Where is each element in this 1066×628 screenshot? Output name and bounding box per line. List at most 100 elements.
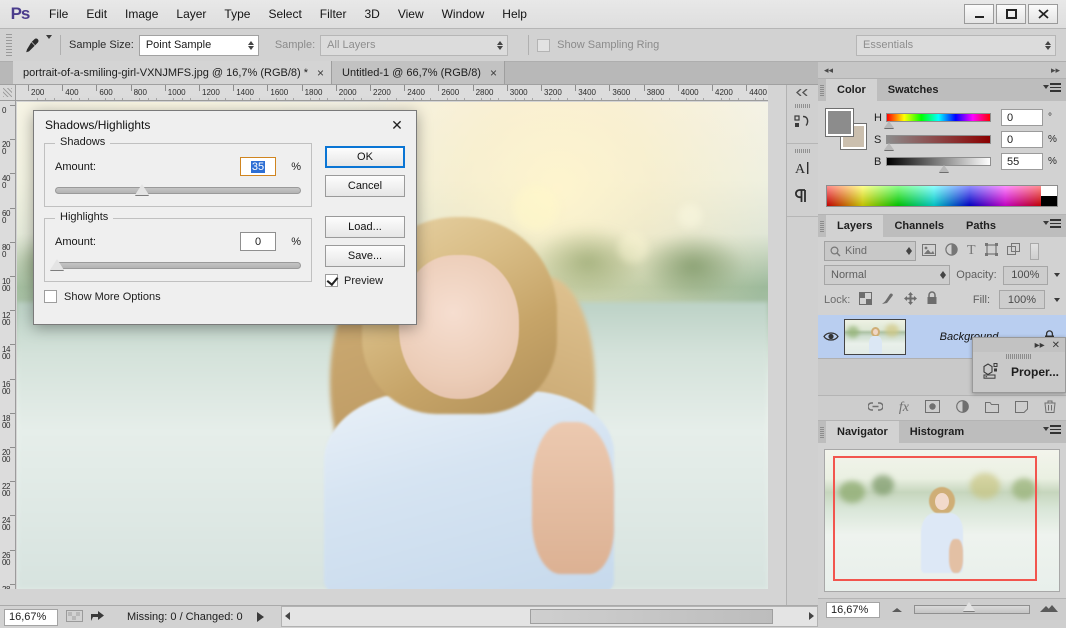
menu-image[interactable]: Image — [116, 3, 167, 25]
new-group-icon[interactable] — [985, 401, 999, 416]
panel-gripper[interactable] — [787, 147, 818, 154]
menu-help[interactable]: Help — [493, 3, 536, 25]
color-spectrum-bar[interactable] — [826, 185, 1058, 207]
lock-all-icon[interactable] — [926, 291, 938, 308]
pixel-filter-icon[interactable] — [922, 244, 936, 259]
tab-navigator[interactable]: Navigator — [826, 421, 899, 443]
saturation-slider-thumb[interactable] — [884, 143, 894, 150]
shadows-amount-slider[interactable] — [55, 187, 301, 194]
maximize-button[interactable] — [996, 4, 1026, 24]
close-icon[interactable]: × — [490, 68, 497, 78]
eyedropper-icon[interactable] — [18, 33, 44, 57]
saturation-slider[interactable] — [886, 135, 991, 144]
shadows-highlights-dialog[interactable]: Shadows/Highlights ✕ Shadows Amount: 35 … — [33, 110, 417, 325]
horizontal-ruler[interactable]: 2004006008001000120014001600180020002200… — [16, 85, 768, 101]
navigator-zoom-slider[interactable] — [914, 605, 1030, 614]
opacity-chevron-down-icon[interactable] — [1054, 273, 1060, 277]
menu-file[interactable]: File — [40, 3, 77, 25]
status-zoom-field[interactable]: 16,67% — [4, 609, 58, 626]
menu-layer[interactable]: Layer — [167, 3, 215, 25]
load-button[interactable]: Load... — [325, 216, 405, 238]
highlights-slider-thumb[interactable] — [50, 259, 64, 270]
hue-slider[interactable] — [886, 113, 991, 122]
horizontal-scroll-thumb[interactable] — [530, 609, 773, 624]
share-icon[interactable] — [90, 609, 105, 625]
layer-visibility-toggle[interactable] — [818, 331, 844, 342]
brightness-value[interactable]: 55 — [1001, 153, 1043, 170]
document-tab-portrait[interactable]: portrait-of-a-smiling-girl-VXNJMFS.jpg @… — [13, 61, 332, 84]
workspace-select[interactable]: Essentials — [856, 35, 1056, 56]
zoom-in-icon[interactable] — [1040, 604, 1058, 616]
menu-type[interactable]: Type — [215, 3, 259, 25]
hue-value[interactable]: 0 — [1001, 109, 1043, 126]
brightness-slider-thumb[interactable] — [939, 165, 949, 172]
cancel-button[interactable]: Cancel — [325, 175, 405, 197]
adjustment-filter-icon[interactable] — [945, 243, 958, 259]
highlights-amount-slider[interactable] — [55, 262, 301, 269]
preview-checkbox[interactable] — [325, 274, 338, 287]
save-button[interactable]: Save... — [325, 245, 405, 267]
brightness-slider[interactable] — [886, 157, 991, 166]
hue-slider-thumb[interactable] — [884, 121, 894, 128]
fill-chevron-down-icon[interactable] — [1054, 298, 1060, 302]
tab-color[interactable]: Color — [826, 79, 877, 101]
expand-panels-icon[interactable]: ▸▸ — [1051, 65, 1060, 76]
shadows-slider-thumb[interactable] — [135, 184, 149, 195]
menu-3d[interactable]: 3D — [355, 3, 388, 25]
smart-object-filter-icon[interactable] — [1007, 243, 1021, 259]
layer-style-icon[interactable]: fx — [899, 400, 909, 416]
scroll-right-button[interactable] — [809, 611, 814, 623]
navigator-zoom-thumb[interactable] — [963, 602, 975, 611]
new-layer-icon[interactable] — [1015, 401, 1028, 416]
close-icon[interactable]: ✕ — [384, 113, 410, 137]
filter-toggle-switch[interactable] — [1030, 243, 1039, 260]
menu-filter[interactable]: Filter — [311, 3, 356, 25]
color-panel-menu[interactable] — [1043, 83, 1061, 92]
scroll-left-button[interactable] — [285, 611, 290, 623]
layers-panel-menu[interactable] — [1043, 219, 1061, 228]
proof-colors-icon[interactable] — [66, 610, 83, 625]
filter-kind-select[interactable]: Kind — [824, 241, 916, 261]
properties-floating-panel[interactable]: ▸▸ ✕ Proper... — [972, 337, 1066, 393]
panel-gripper[interactable] — [818, 215, 826, 237]
close-icon[interactable]: ✕ — [1052, 340, 1060, 351]
collapse-dock-icon[interactable] — [787, 85, 818, 99]
delete-layer-icon[interactable] — [1044, 400, 1056, 416]
blend-mode-select[interactable]: Normal — [824, 265, 950, 285]
ruler-corner[interactable] — [0, 85, 16, 101]
foreground-color-swatch[interactable] — [826, 109, 853, 136]
type-filter-icon[interactable]: T — [967, 245, 976, 257]
panel-gripper[interactable] — [787, 102, 818, 109]
tool-preset-chevron-icon[interactable] — [46, 39, 52, 51]
opacity-value[interactable]: 100% — [1003, 266, 1048, 285]
navigator-view-box[interactable] — [833, 456, 1037, 581]
menu-window[interactable]: Window — [433, 3, 494, 25]
panel-gripper[interactable] — [973, 352, 1065, 360]
highlights-amount-input[interactable]: 0 — [240, 232, 276, 251]
shadows-amount-input[interactable]: 35 — [240, 157, 276, 176]
paragraph-icon[interactable] — [787, 182, 818, 210]
history-actions-icon[interactable] — [787, 109, 818, 137]
collapse-panels-icon[interactable]: ◂◂ — [824, 65, 833, 76]
tab-swatches[interactable]: Swatches — [877, 79, 950, 101]
options-bar-gripper[interactable] — [6, 34, 12, 56]
shape-filter-icon[interactable] — [985, 243, 998, 259]
fill-value[interactable]: 100% — [999, 290, 1045, 309]
sample-size-select[interactable]: Point Sample — [139, 35, 259, 56]
tab-layers[interactable]: Layers — [826, 215, 883, 237]
ok-button[interactable]: OK — [325, 146, 405, 168]
close-button[interactable] — [1028, 4, 1058, 24]
lock-image-icon[interactable] — [881, 292, 895, 308]
character-icon[interactable]: A — [787, 154, 818, 182]
sample-select[interactable]: All Layers — [320, 35, 508, 56]
lock-position-icon[interactable] — [904, 292, 917, 308]
zoom-out-icon[interactable] — [890, 604, 904, 616]
canvas-horizontal-scrollbar[interactable] — [281, 606, 818, 627]
expand-icon[interactable]: ▸▸ — [1035, 340, 1045, 351]
panel-gripper[interactable] — [818, 79, 826, 101]
minimize-button[interactable] — [964, 4, 994, 24]
status-expand-icon[interactable] — [257, 612, 264, 622]
layer-mask-icon[interactable] — [925, 400, 940, 416]
navigator-zoom-field[interactable]: 16,67% — [826, 602, 880, 618]
menu-select[interactable]: Select — [259, 3, 310, 25]
